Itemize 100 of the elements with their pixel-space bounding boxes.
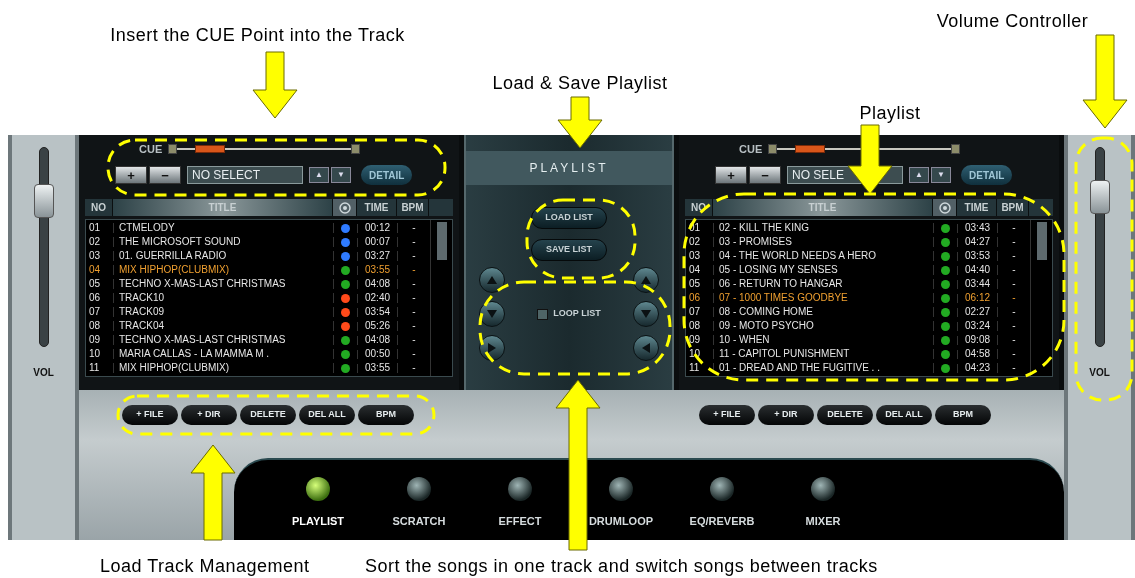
playlist-row[interactable]: 07 TRACK09 03:54 - xyxy=(86,305,430,319)
down-button[interactable]: ▼ xyxy=(331,167,351,183)
select-field[interactable]: NO SELECT xyxy=(187,166,303,184)
row-number: 09 xyxy=(86,335,114,345)
track-time: 03:24 xyxy=(958,321,998,331)
row-number: 05 xyxy=(86,279,114,289)
column-header[interactable]: BPM xyxy=(397,199,429,216)
add-button[interactable]: + xyxy=(715,166,747,184)
playlist-row[interactable]: 03 01. GUERRILLA RADIO 03:27 - xyxy=(86,249,430,263)
playlist-row[interactable]: 08 09 - MOTO PSYCHO 03:24 - xyxy=(686,319,1030,333)
playlist-row[interactable]: 11 01 - DREAD AND THE FUGITIVE . . 04:23 - xyxy=(686,361,1030,375)
cue-slider[interactable] xyxy=(168,143,361,155)
playlist-row[interactable]: 08 TRACK04 05:26 - xyxy=(86,319,430,333)
row-number: 03 xyxy=(686,251,714,261)
playlist-row[interactable]: 01 CTMELODY 00:12 - xyxy=(86,221,430,235)
tab[interactable]: MIXER xyxy=(787,476,859,530)
move-button[interactable] xyxy=(479,267,505,293)
row-number: 09 xyxy=(686,335,714,345)
playlist-row[interactable]: 04 MIX HIPHOP(CLUBMIX) 03:55 - xyxy=(86,263,430,277)
track-button[interactable]: DEL ALL xyxy=(876,405,932,425)
slider-thumb[interactable] xyxy=(1089,180,1110,215)
move-button[interactable] xyxy=(479,335,505,361)
add-button[interactable]: + xyxy=(115,166,147,184)
remove-button[interactable]: − xyxy=(749,166,781,184)
tab[interactable]: PLAYLIST xyxy=(282,476,354,530)
track-time: 02:40 xyxy=(358,293,398,303)
track-bpm: - xyxy=(411,307,417,317)
row-number: 02 xyxy=(86,237,114,247)
loop-checkbox[interactable] xyxy=(537,308,549,320)
volume-slider[interactable] xyxy=(33,147,54,347)
column-header[interactable]: NO xyxy=(85,199,113,216)
playlist-row[interactable]: 06 07 - 1000 TIMES GOODBYE 06:12 - xyxy=(686,291,1030,305)
playlist-row[interactable]: 11 MIX HIPHOP(CLUBMIX) 03:55 - xyxy=(86,361,430,375)
track-bpm: - xyxy=(1011,335,1017,345)
track-title: TRACK09 xyxy=(114,307,334,317)
column-header[interactable]: TIME xyxy=(357,199,397,216)
row-number: 01 xyxy=(86,223,114,233)
annotation-label: Load Track Management xyxy=(100,555,311,578)
playlist-row[interactable]: 10 MARIA CALLAS - LA MAMMA M . 00:50 - xyxy=(86,347,430,361)
remove-button[interactable]: − xyxy=(149,166,181,184)
cue-marker[interactable] xyxy=(795,145,826,153)
arrow xyxy=(252,51,298,119)
playlist-row[interactable]: 02 THE MICROSOFT SOUND 00:07 - xyxy=(86,235,430,249)
triangle-left-icon xyxy=(641,343,651,353)
column-header[interactable]: BPM xyxy=(997,199,1029,216)
playlist-row[interactable]: 02 03 - PROMISES 04:27 - xyxy=(686,235,1030,249)
track-title: 04 - THE WORLD NEEDS A HERO xyxy=(714,251,934,261)
tab[interactable]: SCRATCH xyxy=(383,476,455,530)
row-number: 03 xyxy=(86,251,114,261)
scrollbar-thumb[interactable] xyxy=(436,222,447,260)
track-bpm: - xyxy=(411,279,417,289)
row-number: 10 xyxy=(86,349,114,359)
scrollbar-thumb[interactable] xyxy=(1036,222,1047,260)
track-time: 05:26 xyxy=(358,321,398,331)
track-title: 10 - WHEN xyxy=(714,335,934,345)
playlist-row[interactable]: 09 10 - WHEN 09:08 - xyxy=(686,333,1030,347)
track-button[interactable]: + FILE xyxy=(122,405,178,425)
cue-marker[interactable] xyxy=(195,145,226,153)
playlist-row[interactable]: 06 TRACK10 02:40 - xyxy=(86,291,430,305)
column-header[interactable]: TIME xyxy=(957,199,997,216)
track-button[interactable]: DELETE xyxy=(817,405,873,425)
track-button[interactable]: BPM xyxy=(358,405,414,425)
track-title: 01. GUERRILLA RADIO xyxy=(114,251,334,261)
tab[interactable]: EQ/REVERB xyxy=(686,476,758,530)
detail-button[interactable]: DETAIL xyxy=(961,165,1013,185)
tab[interactable]: EFFECT xyxy=(484,476,556,530)
track-title: 09 - MOTO PSYCHO xyxy=(714,321,934,331)
row-number: 06 xyxy=(86,293,114,303)
track-button[interactable]: + DIR xyxy=(181,405,237,425)
track-bpm: - xyxy=(1011,363,1017,373)
save-list-button[interactable]: SAVE LIST xyxy=(531,239,607,261)
track-button[interactable]: + FILE xyxy=(699,405,755,425)
volume-slider[interactable] xyxy=(1089,147,1110,347)
track-bpm: - xyxy=(411,321,417,331)
move-button[interactable] xyxy=(479,301,505,327)
playlist-row[interactable]: 05 TECHNO X-MAS-LAST CHRISTMAS 04:08 - xyxy=(86,277,430,291)
track-title: 06 - RETURN TO HANGAR xyxy=(714,279,934,289)
track-button[interactable]: DEL ALL xyxy=(299,405,355,425)
track-button[interactable]: BPM xyxy=(935,405,991,425)
playlist-row[interactable]: 05 06 - RETURN TO HANGAR 03:44 - xyxy=(686,277,1030,291)
up-button[interactable]: ▲ xyxy=(309,167,329,183)
down-button[interactable]: ▼ xyxy=(931,167,951,183)
playlist-row[interactable]: 09 TECHNO X-MAS-LAST CHRISTMAS 04:08 - xyxy=(86,333,430,347)
playlist-row[interactable]: 07 08 - COMING HOME 02:27 - xyxy=(686,305,1030,319)
track-time: 06:12 xyxy=(958,293,998,303)
track-title: 02 - KILL THE KING xyxy=(714,223,934,233)
playlist-row[interactable]: 04 05 - LOSING MY SENSES 04:40 - xyxy=(686,263,1030,277)
track-button[interactable]: DELETE xyxy=(240,405,296,425)
up-button[interactable]: ▲ xyxy=(909,167,929,183)
load-list-button[interactable]: LOAD LIST xyxy=(531,207,607,229)
tab[interactable]: DRUMLOOP xyxy=(585,476,657,530)
arrow xyxy=(847,124,893,195)
track-title: MIX HIPHOP(CLUBMIX) xyxy=(114,363,334,373)
detail-button[interactable]: DETAIL xyxy=(361,165,413,185)
cue-label: CUE xyxy=(139,141,163,157)
track-button[interactable]: + DIR xyxy=(758,405,814,425)
track-time: 03:55 xyxy=(358,265,398,275)
playlist-row[interactable]: 03 04 - THE WORLD NEEDS A HERO 03:53 - xyxy=(686,249,1030,263)
move-button[interactable] xyxy=(633,267,659,293)
slider-thumb[interactable] xyxy=(33,183,54,218)
